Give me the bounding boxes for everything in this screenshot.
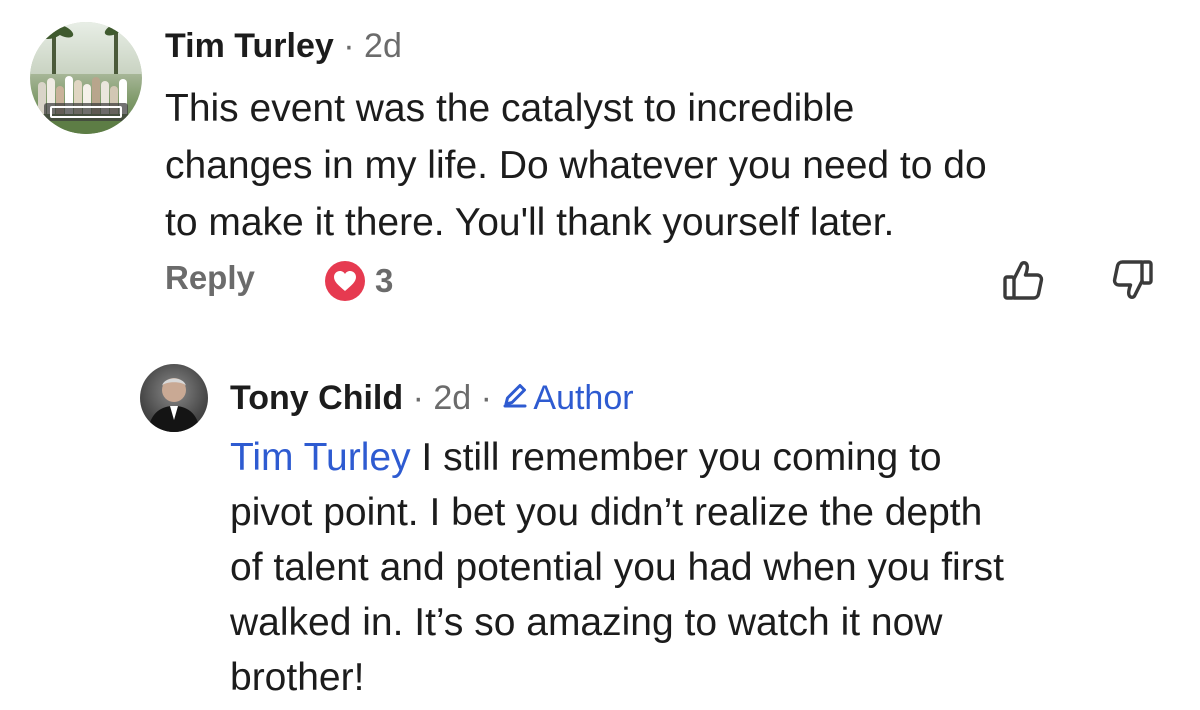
- avatar[interactable]: [30, 22, 142, 134]
- reply-header: Tony Child · 2d · Author: [230, 376, 634, 420]
- comment-body: This event was the catalyst to incredibl…: [165, 80, 1175, 251]
- separator-dot: ·: [403, 379, 434, 417]
- reply-button[interactable]: Reply: [165, 259, 255, 297]
- reply-line: of talent and potential you had when you…: [230, 546, 1005, 589]
- author-badge-label: Author: [533, 379, 634, 417]
- pencil-icon: [501, 376, 529, 420]
- separator-dot: ·: [343, 27, 365, 65]
- reply-line: Tim Turley I still remember you coming t…: [230, 430, 1190, 485]
- comment-actions: Reply 3: [165, 255, 1165, 305]
- timestamp[interactable]: 2d: [364, 27, 402, 65]
- author-name[interactable]: Tony Child: [230, 376, 403, 420]
- mention-link[interactable]: Tim Turley: [230, 436, 411, 479]
- thumbs-up-icon[interactable]: [1000, 257, 1046, 303]
- comment-line: changes in my life. Do whatever you need…: [165, 144, 987, 187]
- reply-line: brother!: [230, 656, 365, 699]
- author-badge: Author: [501, 376, 634, 420]
- timestamp[interactable]: 2d: [433, 376, 471, 420]
- reply-line: walked in. It’s so amazing to watch it n…: [230, 601, 943, 644]
- comment: Tim Turley · 2d This event was the catal…: [0, 0, 1200, 320]
- comment-line: to make it there. You'll thank yourself …: [165, 201, 895, 244]
- comment-line: This event was the catalyst to incredibl…: [165, 87, 855, 130]
- comment-thread: Tim Turley · 2d This event was the catal…: [0, 0, 1200, 710]
- author-name[interactable]: Tim Turley: [165, 27, 334, 65]
- reactions[interactable]: 3: [325, 259, 393, 303]
- comment-header: Tim Turley · 2d: [165, 24, 402, 68]
- reaction-count: 3: [375, 262, 394, 299]
- reply-line: pivot point. I bet you didn’t realize th…: [230, 491, 983, 534]
- avatar[interactable]: [140, 364, 208, 432]
- reply-body: Tim Turley I still remember you coming t…: [230, 430, 1190, 705]
- reply-line-text: I still remember you coming to: [410, 436, 942, 479]
- thumbs-down-icon[interactable]: [1110, 257, 1156, 303]
- heart-icon: [325, 261, 365, 301]
- separator-dot: ·: [471, 379, 502, 417]
